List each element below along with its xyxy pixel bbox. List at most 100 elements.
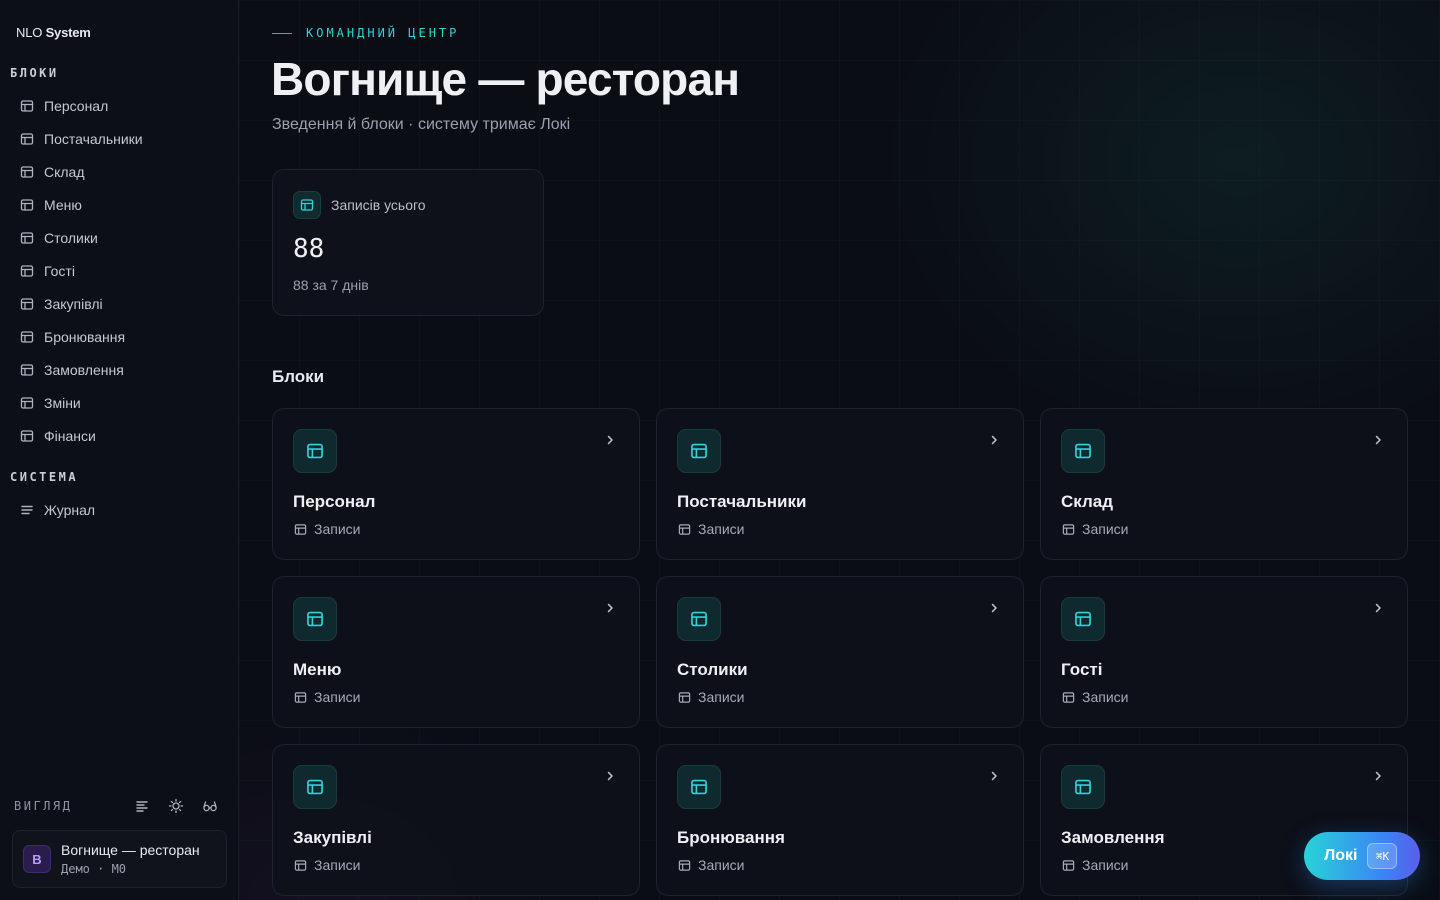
table-icon [677,858,691,872]
sidebar-item-10[interactable]: Зміни [10,388,228,418]
brand-logo[interactable]: NLO System [16,25,91,40]
block-card[interactable]: Меню Записи [272,576,640,728]
workspace-switcher[interactable]: В Вогнище — ресторан Демо · M0 [12,830,227,888]
block-card-meta-label: Записи [1082,689,1129,705]
chevron-right-icon [1371,601,1385,615]
chevron-right-icon [987,433,1001,447]
block-card-title: Персонал [293,492,376,511]
sidebar-item-11[interactable]: Фінанси [10,421,228,451]
block-card-meta: Записи [293,689,360,705]
sidebar-item-1[interactable]: Персонал [10,91,228,121]
chevron-right-icon [987,769,1001,783]
workspace-avatar: В [23,845,51,873]
eyebrow: КОМАНДНИЙ ЦЕНТР [272,26,459,40]
table-icon [19,231,34,246]
sidebar-item-7[interactable]: Закупівлі [10,289,228,319]
table-icon [293,690,307,704]
table-icon [293,522,307,536]
block-card[interactable]: Постачальники Записи [656,408,1024,560]
shortcut-badge: ⌘K [1367,843,1398,869]
sidebar-item-8[interactable]: Бронювання [10,322,228,352]
table-icon [677,690,691,704]
sidebar-item-3[interactable]: Склад [10,157,228,187]
sidebar-item-2[interactable]: Постачальники [10,124,228,154]
chevron-right-icon [1371,433,1385,447]
block-card-title: Столики [677,660,748,679]
stat-value: 88 [293,234,325,264]
table-icon [677,429,721,473]
sidebar-item-label: Фінанси [44,428,96,444]
chevron-right-icon [1371,769,1385,783]
page-subtitle: Зведення й блоки · систему тримає Локі [272,116,571,133]
table-icon [19,297,34,312]
table-icon [1061,690,1075,704]
main-content: КОМАНДНИЙ ЦЕНТР Вогнище — ресторан Зведе… [239,0,1440,900]
block-card-title: Постачальники [677,492,807,511]
density-icon[interactable] [132,796,152,816]
table-icon [19,363,34,378]
table-icon [677,765,721,809]
brand-prefix: NLO [16,25,43,40]
chevron-right-icon [987,601,1001,615]
block-card-meta: Записи [293,521,360,537]
stat-label: Записів усього [331,197,426,213]
assistant-label: Локі [1324,847,1358,864]
block-card-meta-label: Записи [698,689,745,705]
block-card-meta-label: Записи [1082,857,1129,873]
block-card[interactable]: Столики Записи [656,576,1024,728]
sidebar-item-9[interactable]: Замовлення [10,355,228,385]
table-icon [1061,597,1105,641]
page-title: Вогнище — ресторан [271,53,740,105]
table-icon [19,330,34,345]
block-card-meta: Записи [677,857,744,873]
chevron-right-icon [603,433,617,447]
table-icon [677,522,691,536]
block-card-meta: Записи [1061,521,1128,537]
sidebar-item-4[interactable]: Меню [10,190,228,220]
sidebar-item-label: Персонал [44,98,109,114]
sidebar-item-label: Склад [44,164,85,180]
block-card-meta-label: Записи [698,857,745,873]
sidebar-item-label: Замовлення [44,362,124,378]
view-controls: ВИГЛЯД [14,796,226,816]
table-icon [19,396,34,411]
block-card-meta: Записи [1061,689,1128,705]
chevron-right-icon [603,601,617,615]
block-card-title: Гості [1061,660,1103,679]
block-card[interactable]: Закупівлі Записи [272,744,640,896]
theme-sun-icon[interactable] [166,796,186,816]
sidebar-item-label: Бронювання [44,329,126,345]
list-icon [19,503,34,518]
sidebar-item-6[interactable]: Гості [10,256,228,286]
stat-card-total-records: Записів усього 88 88 за 7 днів [272,169,544,316]
sidebar-item-journal[interactable]: Журнал [10,495,228,525]
table-icon [677,597,721,641]
block-card-title: Бронювання [677,828,785,847]
sidebar-item-5[interactable]: Столики [10,223,228,253]
glasses-icon[interactable] [200,796,220,816]
block-card-meta-label: Записи [314,689,361,705]
brand-name: System [45,25,91,40]
sidebar-item-label: Журнал [44,502,96,518]
block-card[interactable]: Персонал Записи [272,408,640,560]
stat-subtext: 88 за 7 днів [293,277,369,293]
block-card-meta: Записи [1061,857,1128,873]
block-card[interactable]: Склад Записи [1040,408,1408,560]
block-card[interactable]: Гості Записи [1040,576,1408,728]
eyebrow-line [272,32,292,34]
block-card-meta: Записи [677,689,744,705]
table-icon [19,429,34,444]
block-card[interactable]: Бронювання Записи [656,744,1024,896]
table-icon [1061,765,1105,809]
workspace-plan: Демо · M0 [61,862,127,876]
sidebar-item-label: Зміни [44,395,81,411]
table-icon [19,165,34,180]
block-card-title: Замовлення [1061,828,1165,847]
table-icon [293,429,337,473]
table-icon [19,198,34,213]
sidebar-item-label: Закупівлі [44,296,103,312]
assistant-button[interactable]: Локі ⌘K [1304,832,1420,880]
table-icon [293,597,337,641]
section-label-system: СИСТЕМА [10,470,79,484]
chevron-right-icon [603,769,617,783]
